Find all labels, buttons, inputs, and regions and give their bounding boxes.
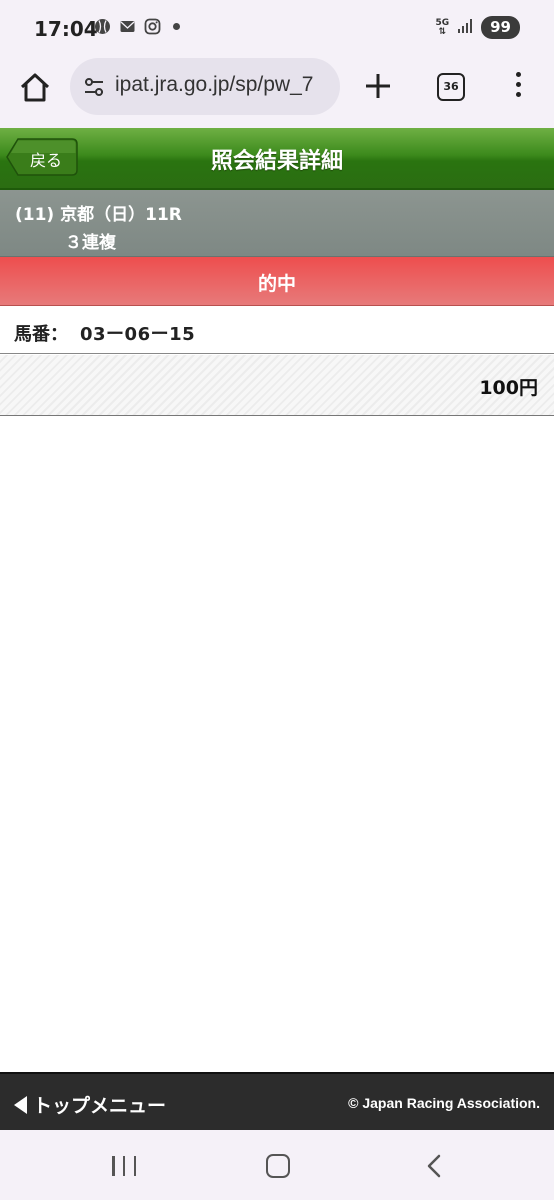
- result-status: 的中: [257, 273, 296, 295]
- dot-icon: [173, 23, 180, 30]
- status-bar: 17:04 5G ⇅ 99: [0, 0, 554, 58]
- new-tab-button[interactable]: [362, 70, 394, 102]
- url-text[interactable]: ipat.jra.go.jp/sp/pw_7: [115, 73, 313, 97]
- more-options-icon[interactable]: [512, 72, 524, 102]
- footer-bar: トップメニュー © Japan Racing Association.: [0, 1072, 554, 1132]
- recent-apps-icon[interactable]: [112, 1156, 136, 1176]
- horse-number-value: 03ー06ー15: [80, 324, 196, 345]
- horse-number-label: 馬番：: [14, 324, 68, 345]
- left-arrow-icon: [14, 1095, 27, 1114]
- instagram-icon: [144, 18, 161, 35]
- page-header: 戻る 照会結果詳細: [0, 128, 554, 190]
- race-info-panel: (11) 京都（日）11R ３連複: [0, 190, 554, 257]
- battery-indicator: 99: [481, 16, 520, 39]
- top-menu-link[interactable]: トップメニュー: [14, 1091, 166, 1118]
- bet-amount: 100円: [479, 377, 538, 399]
- amount-row: 100円: [0, 355, 554, 416]
- home-icon: [20, 73, 50, 102]
- top-menu-label[interactable]: トップメニュー: [33, 1091, 166, 1118]
- home-nav-icon[interactable]: [266, 1154, 290, 1178]
- browser-toolbar: ipat.jra.go.jp/sp/pw_7 36: [0, 58, 554, 128]
- status-system-icons: 5G ⇅ 99: [435, 16, 520, 39]
- mail-icon: [119, 18, 136, 35]
- bet-type: ３連複: [65, 233, 116, 253]
- baseball-icon: [94, 18, 111, 35]
- page-title: 照会結果詳細: [210, 149, 343, 174]
- status-notification-icons: [94, 18, 180, 35]
- plus-icon: [366, 74, 390, 98]
- race-name: (11) 京都（日）11R: [15, 205, 182, 225]
- tab-switcher-button[interactable]: 36: [437, 73, 465, 101]
- site-settings-icon[interactable]: [83, 76, 105, 98]
- network-5g-icon: 5G ⇅: [435, 17, 450, 37]
- address-bar[interactable]: ipat.jra.go.jp/sp/pw_7: [70, 58, 340, 115]
- android-navigation-bar: [0, 1130, 554, 1200]
- back-nav-icon[interactable]: [424, 1154, 446, 1178]
- result-banner: 的中: [0, 257, 554, 306]
- status-time: 17:04: [34, 17, 98, 41]
- signal-icon: [457, 18, 473, 38]
- horse-number-row: 馬番： 03ー06ー15: [0, 306, 554, 354]
- home-button[interactable]: [17, 70, 53, 106]
- copyright: © Japan Racing Association.: [348, 1095, 540, 1111]
